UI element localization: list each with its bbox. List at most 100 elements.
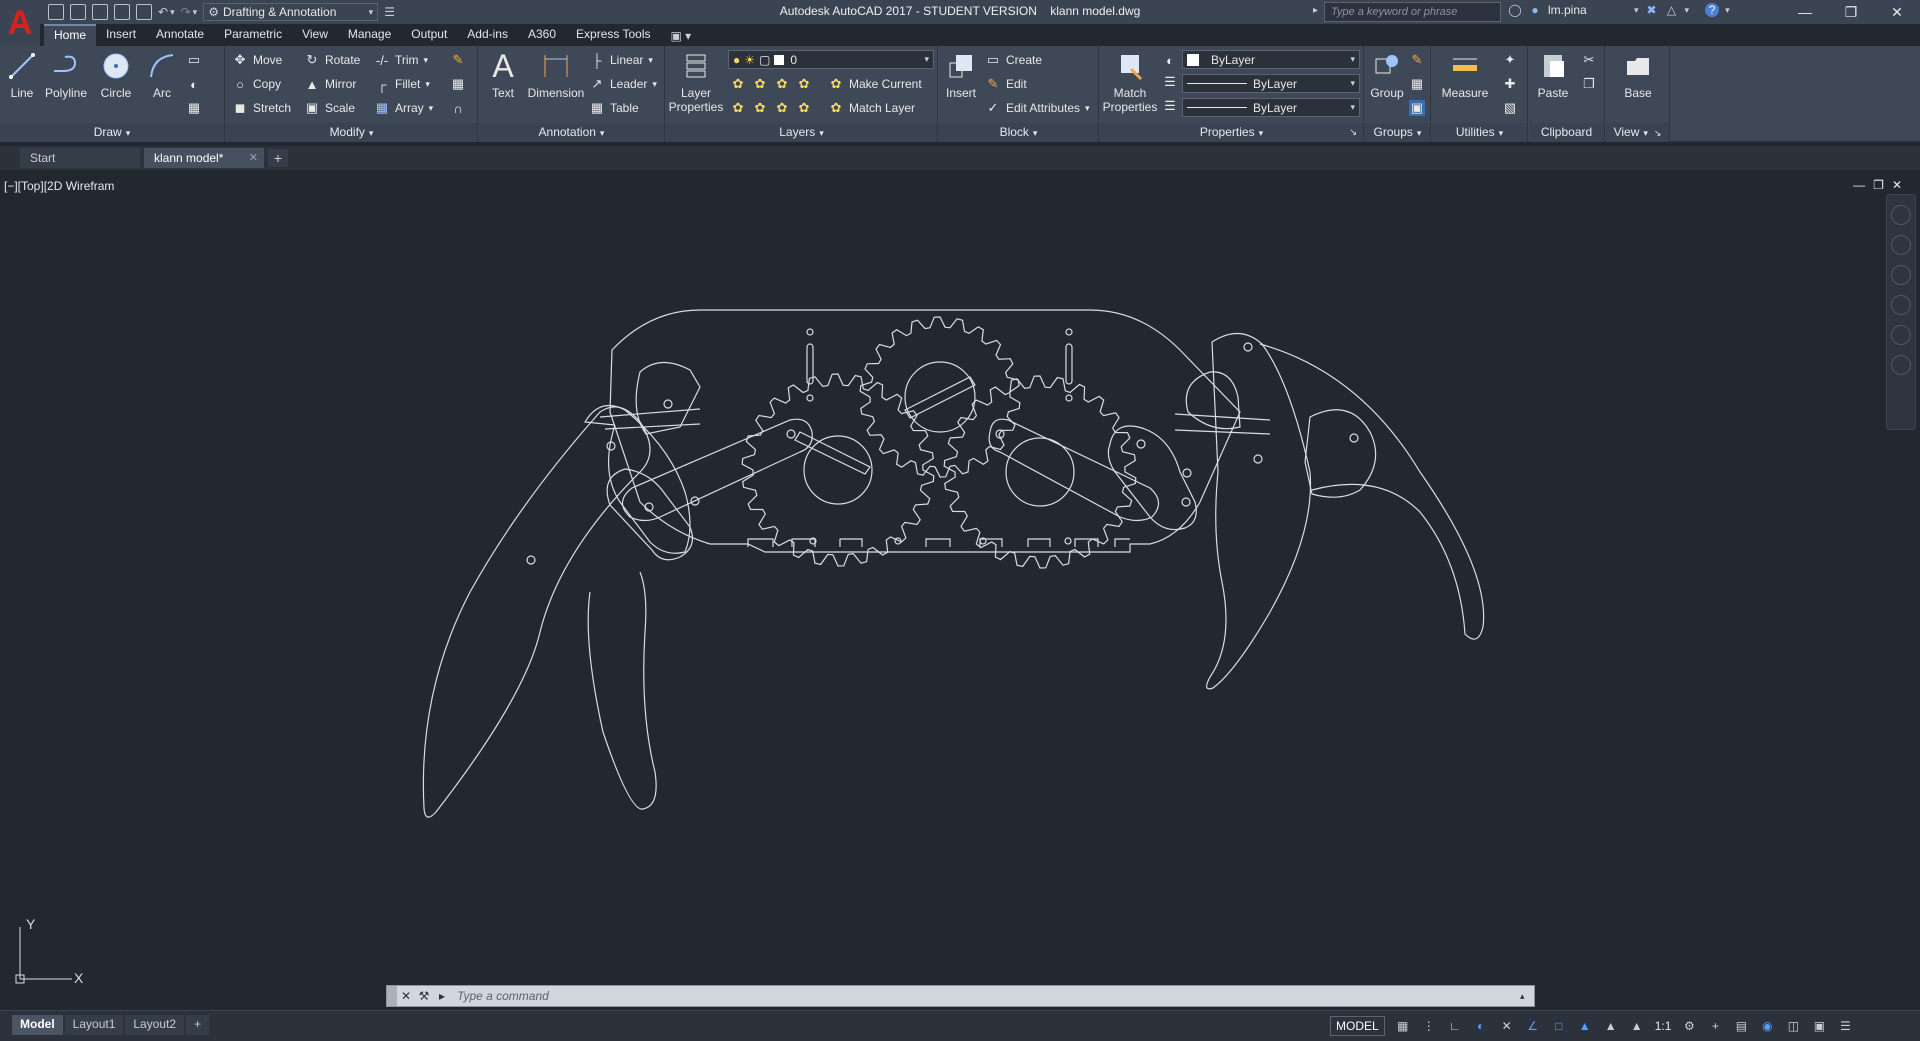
clipboard-panel-title[interactable]: Clipboard bbox=[1529, 123, 1604, 142]
tab-a360[interactable]: A360 bbox=[518, 24, 566, 46]
layer-off-icon[interactable]: ✿ bbox=[730, 76, 746, 92]
search-input[interactable]: Type a keyword or phrase bbox=[1324, 2, 1501, 22]
annotation-scale-value[interactable]: 1:1 bbox=[1655, 1019, 1672, 1033]
file-tab-start[interactable]: Start bbox=[20, 148, 140, 168]
dialog-launcher-icon[interactable]: ↘ bbox=[1349, 123, 1357, 142]
object-snap-icon[interactable]: □ bbox=[1551, 1018, 1567, 1034]
copy-clip-icon[interactable]: ❐ bbox=[1581, 76, 1597, 92]
tab-output[interactable]: Output bbox=[401, 24, 457, 46]
properties-panel-title[interactable]: Properties ▾ ↘ bbox=[1100, 123, 1363, 142]
redo-dropdown-icon[interactable]: ▾ bbox=[193, 7, 198, 18]
new-tab-button[interactable]: + bbox=[268, 149, 288, 167]
chevron-down-icon[interactable]: ▾ bbox=[1685, 5, 1690, 16]
hatch-button[interactable]: ◐ bbox=[186, 74, 202, 94]
undo-dropdown-icon[interactable]: ▾ bbox=[170, 7, 175, 18]
pan-icon[interactable] bbox=[1891, 265, 1911, 285]
polar-tracking-icon[interactable]: ◐ bbox=[1473, 1018, 1489, 1034]
match-properties-button[interactable]: Match Properties bbox=[1102, 50, 1158, 114]
isodraft-icon[interactable]: ✕ bbox=[1499, 1018, 1515, 1034]
circle-button[interactable]: Circle bbox=[94, 50, 138, 100]
fillet-button[interactable]: ┌ Fillet ▾ bbox=[374, 74, 429, 94]
groups-panel-title[interactable]: Groups ▾ bbox=[1365, 123, 1430, 142]
annotation-monitor-icon[interactable]: + bbox=[1707, 1018, 1723, 1034]
annotation-panel-title[interactable]: Annotation ▾ bbox=[479, 123, 664, 142]
move-button[interactable]: ✥ Move bbox=[232, 50, 283, 70]
annotation-visibility-icon[interactable]: ▲ bbox=[1577, 1018, 1593, 1034]
close-icon[interactable]: ✕ bbox=[1874, 0, 1920, 24]
dialog-launcher-icon[interactable]: ↘ bbox=[1654, 128, 1662, 138]
layout-tab-layout1[interactable]: Layout1 bbox=[64, 1015, 124, 1035]
clean-screen-icon[interactable]: ▣ bbox=[1811, 1018, 1827, 1034]
orbit-icon[interactable] bbox=[1891, 325, 1911, 345]
edit-block-button[interactable]: ✎ Edit bbox=[985, 74, 1027, 94]
tab-add-ins[interactable]: Add-ins bbox=[457, 24, 518, 46]
minimize-icon[interactable]: — bbox=[1782, 0, 1828, 24]
layer-unisolate-icon[interactable]: ✿ bbox=[752, 100, 768, 116]
workspace-gear-icon[interactable]: ⚙ bbox=[1681, 1018, 1697, 1034]
tab-home[interactable]: Home bbox=[44, 24, 97, 46]
undo-icon[interactable]: ↶ bbox=[158, 5, 168, 19]
help-icon[interactable]: ? bbox=[1705, 3, 1720, 17]
chevron-down-icon[interactable]: ▾ bbox=[1634, 5, 1639, 16]
boundary-button[interactable]: ▦ bbox=[186, 98, 202, 118]
close-icon[interactable]: ✕ bbox=[249, 151, 258, 164]
recent-commands-icon[interactable]: ▸ bbox=[433, 989, 451, 1003]
trim-button[interactable]: -/- Trim ▾ bbox=[374, 50, 428, 70]
layers-panel-title[interactable]: Layers ▾ bbox=[666, 123, 937, 142]
edit-attributes-button[interactable]: ✓ Edit Attributes ▾ bbox=[985, 98, 1090, 118]
color-dropdown[interactable]: ByLayer ▾ bbox=[1182, 50, 1360, 69]
layout-tab-layout2[interactable]: Layout2 bbox=[125, 1015, 185, 1035]
file-tab-klann-model[interactable]: klann model* ✕ bbox=[144, 148, 264, 168]
ribbon-display-toggle-icon[interactable]: ▣ ▾ bbox=[661, 26, 702, 46]
view-panel-title[interactable]: View ▾ ↘ bbox=[1606, 123, 1669, 142]
hardware-acceleration-icon[interactable]: ◫ bbox=[1785, 1018, 1801, 1034]
application-menu-button[interactable]: A bbox=[0, 0, 40, 46]
table-button[interactable]: ▦ Table bbox=[589, 98, 639, 118]
layer-isolate-icon[interactable]: ✿ bbox=[752, 76, 768, 92]
redo-icon[interactable]: ↷ bbox=[181, 5, 191, 19]
grid-icon[interactable]: ▦ bbox=[1395, 1018, 1411, 1034]
text-button[interactable]: A Text bbox=[481, 48, 525, 101]
search-expand-icon[interactable]: ▸ bbox=[1313, 5, 1318, 16]
layer-on-icon[interactable]: ✿ bbox=[730, 100, 746, 116]
rotate-button[interactable]: ↻ Rotate bbox=[304, 50, 361, 70]
color-wheel-icon[interactable]: ◐ bbox=[1162, 52, 1178, 68]
ungroup-icon[interactable]: ✎ bbox=[1409, 52, 1425, 68]
measure-button[interactable]: Measure bbox=[1436, 50, 1494, 100]
tab-annotate[interactable]: Annotate bbox=[146, 24, 214, 46]
add-layout-button[interactable]: + bbox=[186, 1015, 210, 1035]
close-viewport-icon[interactable]: ✕ bbox=[1892, 178, 1902, 192]
explode-button[interactable]: ▦ bbox=[450, 74, 466, 94]
annotation-scale-icon[interactable]: ▲ bbox=[1629, 1018, 1645, 1034]
erase-button[interactable]: ✎ bbox=[450, 50, 466, 70]
group-edit-icon[interactable]: ▦ bbox=[1409, 76, 1425, 92]
dimension-button[interactable]: Dimension bbox=[523, 50, 589, 100]
save-as-icon[interactable] bbox=[114, 4, 130, 20]
print-icon[interactable] bbox=[136, 4, 152, 20]
tab-manage[interactable]: Manage bbox=[338, 24, 401, 46]
base-button[interactable]: Base bbox=[1616, 50, 1660, 100]
open-file-icon[interactable] bbox=[70, 4, 86, 20]
snap-icon[interactable]: ⋮ bbox=[1421, 1018, 1437, 1034]
layer-dropdown[interactable]: ● ☀ ▢ 0 ▾ bbox=[728, 50, 934, 69]
customize-qat-icon[interactable]: ☰ bbox=[384, 5, 395, 19]
match-layer-button[interactable]: ✿ Match Layer bbox=[828, 98, 915, 118]
showmotion-icon[interactable] bbox=[1891, 355, 1911, 375]
auto-scale-icon[interactable]: ▲ bbox=[1603, 1018, 1619, 1034]
cut-icon[interactable]: ✂ bbox=[1581, 52, 1597, 68]
tab-view[interactable]: View bbox=[292, 24, 338, 46]
id-point-icon[interactable]: ✚ bbox=[1502, 76, 1518, 92]
viewcube-icon[interactable] bbox=[1891, 205, 1911, 225]
save-icon[interactable] bbox=[92, 4, 108, 20]
group-button[interactable]: Group bbox=[1365, 50, 1409, 100]
layout-tab-model[interactable]: Model bbox=[12, 1015, 63, 1035]
insert-button[interactable]: Insert bbox=[939, 50, 983, 100]
mirror-button[interactable]: ▲ Mirror bbox=[304, 74, 357, 94]
ortho-icon[interactable]: ∟ bbox=[1447, 1018, 1463, 1034]
layer-thaw-icon[interactable]: ✿ bbox=[774, 100, 790, 116]
linetype-icon[interactable]: ☰ bbox=[1162, 74, 1178, 90]
command-line-grip[interactable] bbox=[387, 986, 397, 1006]
draw-panel-title[interactable]: Draw ▾ bbox=[0, 123, 224, 142]
calculator-icon[interactable]: ▧ bbox=[1502, 100, 1518, 116]
chevron-up-icon[interactable]: ▴ bbox=[1520, 991, 1534, 1002]
